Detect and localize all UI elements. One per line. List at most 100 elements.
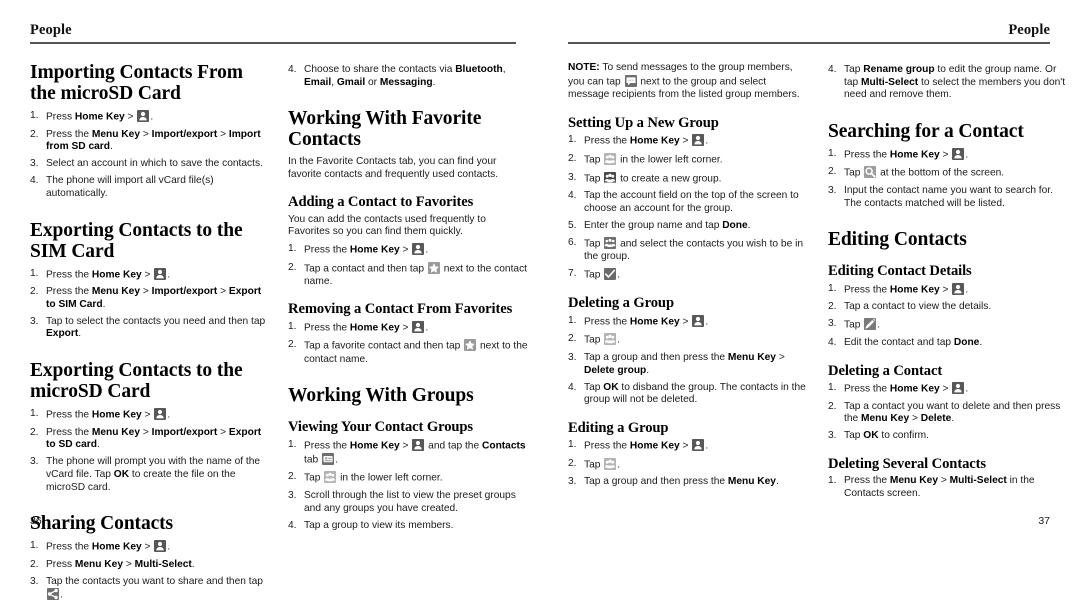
emphasis-text: Multi-Select <box>134 558 192 570</box>
step-item: Tap at the bottom of the screen. <box>828 166 1005 179</box>
contacts-icon <box>412 320 425 333</box>
group-icon <box>604 457 617 470</box>
step-item: Press Home Key > . <box>30 110 154 123</box>
folio-right: 37 <box>1038 515 1050 527</box>
star-icon <box>464 339 477 352</box>
emphasis-text: Menu Key <box>74 558 123 570</box>
emphasis-text: Done <box>722 219 748 231</box>
contacts-icon <box>692 314 705 327</box>
step-item: Press the Home Key > . <box>828 147 969 161</box>
emphasis-text: OK <box>113 468 130 480</box>
step-item: Tap the contacts you want to share and t… <box>30 575 263 601</box>
step-item: Tap . <box>568 457 621 471</box>
step-item: Press the Home Key > . <box>568 439 709 452</box>
page-right-column-1: NOTE: To send messages to the group memb… <box>568 62 810 532</box>
contacts-icon <box>952 147 965 160</box>
running-head-text: People <box>1008 22 1050 38</box>
steps-editing-group: Press the Home Key > . Tap . Tap a group a… <box>568 439 810 489</box>
step-item: Scroll through the list to view the pres… <box>288 489 516 514</box>
emphasis-text: Email <box>304 76 332 88</box>
emphasis-text: Import/export <box>151 128 218 140</box>
group-select-icon <box>604 236 617 249</box>
heading-deleting-several-contacts: Deleting Several Contacts <box>828 455 986 472</box>
emphasis-text: Home Key <box>629 440 680 452</box>
step-item: Tap in the lower left corner. <box>288 471 443 484</box>
heading-deleting-contact: Deleting a Contact <box>828 362 943 379</box>
emphasis-text: Home Key <box>889 284 940 296</box>
heading-adding-contact-favorites: Adding a Contact to Favorites <box>288 194 474 211</box>
running-head-text: People <box>30 22 72 38</box>
step-item: Tap . <box>828 318 881 331</box>
emphasis-text: Home Key <box>349 244 400 256</box>
step-item: Press the Home Key > and tap the Contact… <box>288 438 526 466</box>
page-spread: People Importing Contacts From the micro… <box>0 0 1080 601</box>
emphasis-text: Bluetooth <box>455 64 503 75</box>
step-item: Tap a contact you want to delete and the… <box>828 400 1061 425</box>
page-left: People Importing Contacts From the micro… <box>0 0 540 601</box>
heading-searching-for-contact: Searching for a Contact <box>828 120 1024 142</box>
steps-setting-up-new-group: Press the Home Key > . Tap in the lower l… <box>568 134 810 282</box>
emphasis-text: Rename group <box>863 64 935 75</box>
heading-viewing-contact-groups: Viewing Your Contact Groups <box>288 419 474 436</box>
emphasis-text: Multi-Select <box>861 76 919 88</box>
heading-working-favorite-contacts: Working With Favorite Contacts <box>288 108 482 151</box>
step-item: Select an account in which to save the c… <box>30 158 263 170</box>
intro-adding-favorites: You can add the contacts used frequently… <box>288 213 486 238</box>
step-item: Press the Menu Key > Multi-Select in the… <box>828 475 1035 499</box>
step-item: Tap to select the contacts you need and … <box>30 315 266 340</box>
emphasis-text: Menu Key <box>727 351 776 363</box>
note-group-messages: NOTE: To send messages to the group memb… <box>568 62 800 101</box>
step-item: Tap a favorite contact and then tap next… <box>288 339 528 365</box>
contacts-icon <box>952 282 965 295</box>
page-right-column-2: Tap Rename group to edit the group name.… <box>828 62 1070 532</box>
step-item: Tap and select the contacts you wish to … <box>568 236 804 263</box>
steps-exporting-sim: Press the Home Key > . Press the Menu Key… <box>30 267 270 341</box>
step-item: Press the Menu Key > Import/export > Imp… <box>30 128 261 153</box>
step-item: Press Menu Key > Multi-Select. <box>30 558 195 571</box>
emphasis-text: OK <box>603 381 619 393</box>
emphasis-text: Done <box>953 336 980 348</box>
step-item: Tap . <box>568 268 621 281</box>
group-icon <box>604 152 617 165</box>
step-item: Press the Home Key > . <box>288 243 429 256</box>
emphasis-text: OK <box>863 430 879 442</box>
step-item: Press the Home Key > . <box>30 408 171 421</box>
step-item: Press the Home Key > . <box>568 134 709 147</box>
step-item: Choose to share the contacts via Bluetoo… <box>288 64 528 89</box>
page-right-columns: NOTE: To send messages to the group memb… <box>568 62 1065 532</box>
step-item: Tap to create a new group. <box>568 171 722 185</box>
emphasis-text: Multi-Select <box>949 475 1007 487</box>
step-item: Tap the account field on the top of the … <box>568 190 799 214</box>
folio-left: 36 <box>30 515 42 527</box>
heading-exporting-microsd: Exporting Contacts to the microSD Card <box>30 360 243 403</box>
steps-editing-group-carryover: Tap Rename group to edit the group name.… <box>828 64 1070 102</box>
step-item: Press the Home Key > . <box>30 267 171 281</box>
group-icon <box>324 471 337 484</box>
emphasis-text: Contacts <box>481 440 526 452</box>
heading-exporting-sim: Exporting Contacts to the SIM Card <box>30 219 243 262</box>
contacts-icon <box>692 439 705 452</box>
page-left-column-1: Importing Contacts From the microSD Card… <box>30 62 270 601</box>
emphasis-text: Home Key <box>349 322 400 334</box>
header-rule <box>568 42 1050 44</box>
message-icon <box>624 74 637 87</box>
step-item: Tap a group and then press the Menu Key. <box>568 476 779 488</box>
steps-removing-contact-favorites: Press the Home Key > . Tap a favorite con… <box>288 320 528 366</box>
step-item: Press the Home Key > . <box>568 314 709 328</box>
group-add-icon <box>604 171 617 184</box>
heading-setting-up-new-group: Setting Up a New Group <box>568 114 719 131</box>
step-item: Edit the contact and tap Done. <box>828 336 983 349</box>
step-item: Tap a contact to view the details. <box>828 301 992 313</box>
emphasis-text: Menu Key <box>861 413 910 425</box>
steps-viewing-contact-groups: Press the Home Key > and tap the Contact… <box>288 438 528 533</box>
contacts-icon <box>692 134 705 147</box>
heading-editing-contacts: Editing Contacts <box>828 229 967 251</box>
heading-deleting-group: Deleting a Group <box>568 295 674 312</box>
emphasis-text: Import/export <box>151 286 218 298</box>
group-icon <box>604 333 617 346</box>
heading-removing-contact-favorites: Removing a Contact From Favorites <box>288 301 513 318</box>
emphasis-text: Menu Key <box>727 476 776 488</box>
steps-deleting-contact: Press the Home Key > . Tap a contact you … <box>828 382 1070 443</box>
contacts-icon <box>154 540 167 553</box>
emphasis-text: Home Key <box>91 409 142 421</box>
